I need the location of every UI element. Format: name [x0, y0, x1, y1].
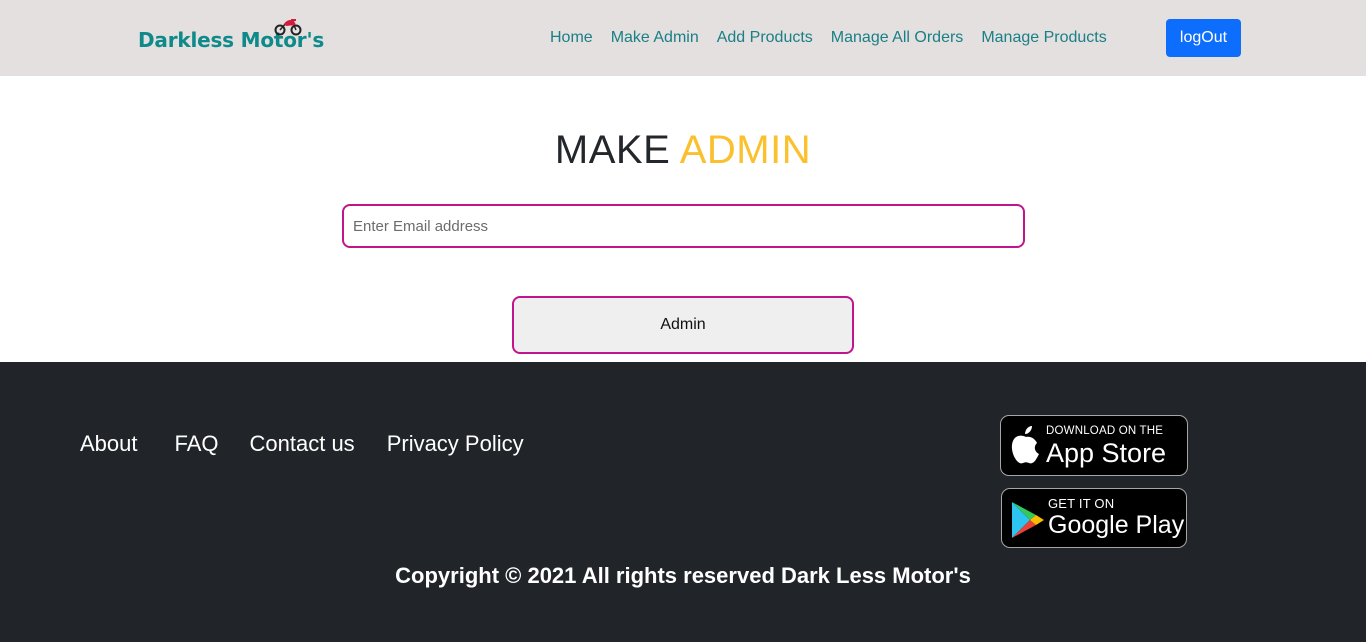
- play-icon: [1012, 502, 1044, 538]
- navbar: Darkless Motor's Home Make Admin Add Pro…: [0, 0, 1366, 76]
- logout-button[interactable]: logOut: [1166, 19, 1241, 57]
- apple-icon: [1011, 426, 1039, 464]
- footer: About FAQ Contact us Privacy Policy DOWN…: [0, 362, 1366, 642]
- page-title-part2: ADMIN: [679, 128, 812, 172]
- motorcycle-icon: [274, 19, 302, 36]
- page-title: MAKE ADMIN: [0, 126, 1366, 174]
- nav-link-manage-all-orders[interactable]: Manage All Orders: [831, 28, 964, 48]
- google-play-small-text: GET IT ON: [1048, 496, 1115, 511]
- nav-link-add-products[interactable]: Add Products: [717, 28, 813, 48]
- nav-menu: Home Make Admin Add Products Manage All …: [550, 28, 1125, 48]
- make-admin-button[interactable]: Admin: [512, 296, 854, 354]
- copyright-text: Copyright © 2021 All rights reserved Dar…: [395, 563, 971, 588]
- google-play-big-text: Google Play: [1048, 511, 1185, 539]
- footer-link-about[interactable]: About: [80, 430, 138, 458]
- app-store-badge[interactable]: DOWNLOAD ON THE App Store: [1000, 415, 1188, 476]
- app-store-big-text: App Store: [1046, 438, 1167, 468]
- app-store-small-text: DOWNLOAD ON THE: [1046, 425, 1164, 437]
- footer-link-contact[interactable]: Contact us: [250, 430, 355, 458]
- google-play-badge[interactable]: GET IT ON Google Play: [1001, 488, 1187, 548]
- footer-link-faq[interactable]: FAQ: [175, 430, 219, 458]
- footer-link-privacy-policy[interactable]: Privacy Policy: [387, 430, 524, 458]
- email-input[interactable]: [342, 204, 1025, 248]
- footer-links: About FAQ Contact us Privacy Policy: [80, 430, 524, 458]
- nav-link-make-admin[interactable]: Make Admin: [611, 28, 699, 48]
- brand-logo[interactable]: Darkless Motor's: [138, 19, 324, 52]
- nav-link-manage-products[interactable]: Manage Products: [981, 28, 1106, 48]
- nav-link-home[interactable]: Home: [550, 28, 593, 48]
- page-title-part1: MAKE: [554, 128, 671, 172]
